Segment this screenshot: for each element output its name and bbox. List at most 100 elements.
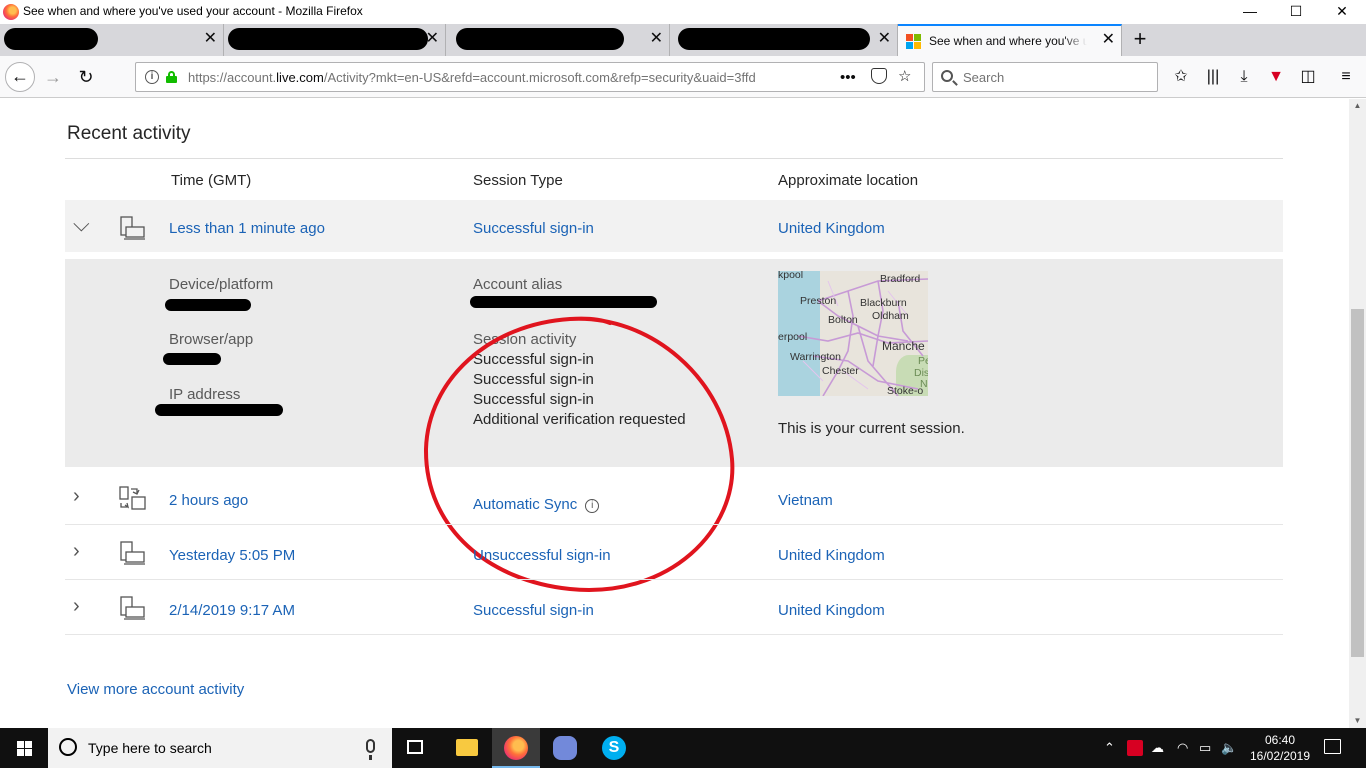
browser-app-label: Browser/app [169,331,254,348]
session-type-link[interactable]: Successful sign-in [473,602,594,619]
activity-time-link[interactable]: 2/14/2019 9:17 AM [169,602,295,619]
discord-icon [553,736,577,760]
computer-icon [120,216,145,240]
tab-redacted-4[interactable]: ✕ [670,24,898,56]
tab-active[interactable]: See when and where you've used your acco… [898,24,1122,56]
window-titlebar: See when and where you've used your acco… [0,0,1366,24]
map-label: N [920,378,928,390]
downloads-icon[interactable]: ⤓ [1233,66,1255,88]
session-activity-item: Successful sign-in [473,371,594,388]
activity-time-link[interactable]: 2 hours ago [169,492,248,509]
close-window-button[interactable]: ✕ [1319,0,1365,24]
map-label: Blackburn [860,297,907,309]
microphone-icon[interactable] [366,739,375,760]
show-hidden-icons-icon[interactable]: ⌃ [1104,740,1115,756]
tab-redacted-2[interactable]: ✕ [224,24,446,56]
url-text[interactable]: https://account.live.com/Activity?mkt=en… [188,70,838,85]
close-tab-icon[interactable]: ✕ [426,30,439,48]
system-clock[interactable]: 06:40 16/02/2019 [1248,732,1312,764]
map-label: Oldham [872,310,909,322]
volume-icon[interactable]: 🔈 [1221,740,1237,756]
battery-icon[interactable]: ▭ [1199,740,1211,756]
shield-icon[interactable]: ▼ [1265,66,1287,88]
menu-icon[interactable]: ≡ [1335,66,1357,88]
file-explorer-button[interactable] [442,728,490,768]
chevron-right-icon[interactable]: › [73,486,80,506]
search-box[interactable]: Search [932,62,1158,92]
map-label: Manche [882,339,925,353]
location-link[interactable]: United Kingdom [778,602,885,619]
tab-redacted-3[interactable]: ✕ [446,24,670,56]
bookmark-star-icon[interactable]: ☆ [898,69,911,85]
column-header-time: Time (GMT) [171,172,252,189]
reload-button[interactable]: ↻ [71,62,101,92]
chevron-right-icon[interactable]: › [73,541,80,561]
view-more-activity-link[interactable]: View more account activity [67,681,244,698]
pocket-icon[interactable] [871,68,887,84]
close-tab-icon[interactable]: ✕ [650,30,663,48]
tab-redacted-1[interactable]: ✕ [0,24,224,56]
new-tab-button[interactable]: + [1128,28,1152,52]
onedrive-icon[interactable]: ☁ [1151,740,1164,756]
maximize-button[interactable]: ☐ [1273,0,1319,24]
close-tab-icon[interactable]: ✕ [878,30,891,48]
location-link[interactable]: Vietnam [778,492,833,509]
scroll-up-icon[interactable]: ▲ [1349,99,1366,113]
column-header-session-type: Session Type [473,172,563,189]
tab-strip: ✕ ✕ ✕ ✕ See when and where you've used y… [0,24,1366,56]
reading-list-icon[interactable]: ✩ [1170,66,1192,88]
page-actions-button[interactable]: ••• [840,70,856,86]
folder-icon [456,739,478,756]
session-type-link[interactable]: Unsuccessful sign-in [473,547,611,564]
start-button[interactable] [0,728,48,768]
redaction-mark [155,404,283,416]
sidebar-icon[interactable]: ◫ [1297,66,1319,88]
page-scrollbar[interactable]: ▲ ▼ [1349,99,1366,728]
url-bar[interactable]: i https://account.live.com/Activity?mkt=… [135,62,925,92]
skype-icon: S [602,736,626,760]
map-label: Stoke-o [887,385,924,396]
back-button[interactable]: ← [5,62,35,92]
library-icon[interactable]: ||| [1202,66,1224,88]
antivirus-icon[interactable] [1127,740,1143,756]
minimize-button[interactable]: — [1227,0,1273,24]
activity-row[interactable]: ⌵ Less than 1 minute ago Successful sign… [65,200,1283,252]
clock-time: 06:40 [1264,733,1296,747]
divider [65,158,1283,159]
info-icon[interactable]: i [585,499,600,513]
activity-row[interactable]: › Yesterday 5:05 PM Unsuccessful sign-in… [65,525,1283,580]
session-activity-item: Successful sign-in [473,351,594,368]
activity-row[interactable]: › 2 hours ago Automatic Sync i Vietnam [65,470,1283,525]
computer-icon [120,541,145,565]
close-tab-icon[interactable]: ✕ [204,30,217,48]
search-placeholder: Search [963,70,1005,85]
chevron-right-icon[interactable]: › [73,596,80,616]
close-tab-icon[interactable]: ✕ [1102,31,1115,49]
activity-row[interactable]: › 2/14/2019 9:17 AM Successful sign-in U… [65,580,1283,635]
activity-time-link[interactable]: Less than 1 minute ago [169,220,325,237]
taskbar-search[interactable]: Type here to search [48,728,392,768]
action-center-icon[interactable] [1324,739,1341,754]
redaction-mark [470,296,657,308]
task-view-button[interactable] [392,728,440,768]
lock-icon[interactable] [166,71,177,83]
skype-taskbar-button[interactable]: S [590,728,638,768]
session-type-link[interactable]: Automatic Sync i [473,496,600,513]
scroll-down-icon[interactable]: ▼ [1349,714,1366,728]
map-label: kpool [778,271,804,281]
account-alias-label: Account alias [473,276,563,293]
location-link[interactable]: United Kingdom [778,547,885,564]
windows-taskbar: Type here to search S ⌃ ☁ ◠ ▭ 🔈 06:40 16… [0,728,1366,768]
session-type-link[interactable]: Successful sign-in [473,220,594,237]
location-map[interactable]: kpool Bradford Preston Blackburn Bolton … [778,271,928,396]
forward-button[interactable]: → [38,62,68,92]
chevron-down-icon[interactable]: ⌵ [73,213,90,235]
scrollbar-thumb[interactable] [1351,309,1364,657]
location-link[interactable]: United Kingdom [778,220,885,237]
site-info-icon[interactable]: i [145,70,159,84]
firefox-logo-icon [3,4,19,20]
discord-taskbar-button[interactable] [541,728,589,768]
activity-time-link[interactable]: Yesterday 5:05 PM [169,547,295,564]
firefox-taskbar-button[interactable] [492,728,540,768]
wifi-icon[interactable]: ◠ [1177,740,1188,756]
